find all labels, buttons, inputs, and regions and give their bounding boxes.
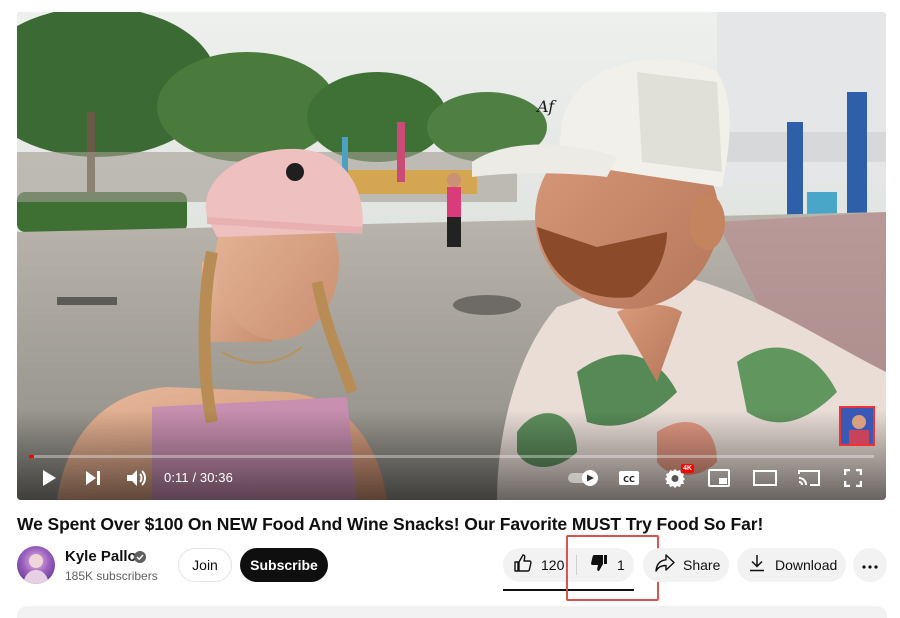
cc-icon[interactable]: CC bbox=[617, 466, 641, 490]
channel-watermark[interactable] bbox=[839, 406, 875, 446]
next-icon[interactable] bbox=[81, 466, 105, 490]
quality-badge: 4K bbox=[681, 464, 694, 473]
cast-icon[interactable] bbox=[797, 466, 821, 490]
volume-icon[interactable] bbox=[124, 466, 150, 490]
more-icon bbox=[862, 556, 878, 574]
channel-name[interactable]: Kyle Pallo bbox=[65, 548, 137, 565]
miniplayer-icon[interactable] bbox=[707, 466, 731, 490]
download-button[interactable]: Download bbox=[737, 548, 846, 582]
theater-icon[interactable] bbox=[752, 466, 778, 490]
share-button[interactable]: Share bbox=[643, 548, 729, 582]
svg-text:CC: CC bbox=[623, 475, 635, 484]
download-icon bbox=[749, 554, 765, 577]
play-icon[interactable] bbox=[37, 466, 61, 490]
video-title: We Spent Over $100 On NEW Food And Wine … bbox=[17, 514, 764, 534]
avatar[interactable] bbox=[17, 546, 55, 584]
description-box[interactable] bbox=[17, 606, 887, 618]
video-player[interactable]: Af 0:11 / 30:36 CC 4K bbox=[17, 12, 886, 500]
subscribe-button[interactable]: Subscribe bbox=[240, 548, 328, 582]
progress-bar[interactable] bbox=[29, 455, 874, 458]
thumb-up-icon bbox=[513, 553, 533, 578]
fullscreen-icon[interactable] bbox=[841, 466, 865, 490]
autoplay-toggle-icon[interactable] bbox=[568, 466, 602, 490]
verified-icon bbox=[134, 550, 146, 568]
share-label: Share bbox=[683, 557, 721, 573]
subscriber-count: 185K subscribers bbox=[65, 569, 158, 583]
svg-text:Af: Af bbox=[535, 97, 557, 116]
progress-fill bbox=[29, 455, 35, 458]
join-button[interactable]: Join bbox=[178, 548, 232, 582]
share-icon bbox=[655, 553, 675, 577]
like-count: 120 bbox=[541, 557, 565, 573]
download-label: Download bbox=[775, 557, 838, 573]
time-display: 0:11 / 30:36 bbox=[164, 470, 233, 485]
more-actions-button[interactable] bbox=[853, 548, 887, 582]
